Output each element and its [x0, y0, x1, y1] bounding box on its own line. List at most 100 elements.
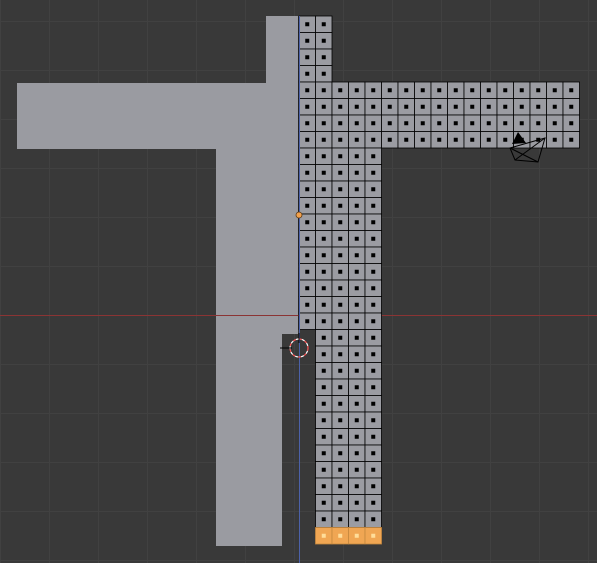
mesh-vertex[interactable]	[321, 137, 326, 142]
mesh-vertex[interactable]	[354, 88, 359, 93]
mesh-vertex[interactable]	[371, 121, 376, 126]
mesh-vertex[interactable]	[338, 434, 343, 439]
selected-mesh-vertex[interactable]	[354, 533, 359, 538]
mesh-vertex[interactable]	[420, 88, 425, 93]
mesh-vertex[interactable]	[371, 302, 376, 307]
mesh-vertex[interactable]	[354, 451, 359, 456]
mesh-vertex[interactable]	[354, 335, 359, 340]
mesh-vertex[interactable]	[321, 286, 326, 291]
mesh-vertex[interactable]	[338, 170, 343, 175]
mesh-vertex[interactable]	[371, 335, 376, 340]
mesh-vertex[interactable]	[305, 203, 310, 208]
mesh-vertex[interactable]	[321, 302, 326, 307]
mesh-vertex[interactable]	[321, 418, 326, 423]
mesh-vertex[interactable]	[305, 253, 310, 258]
mesh-vertex[interactable]	[371, 154, 376, 159]
solid-mesh-object[interactable]	[17, 16, 298, 546]
mesh-vertex[interactable]	[371, 286, 376, 291]
mesh-vertex[interactable]	[371, 434, 376, 439]
mesh-vertex[interactable]	[305, 302, 310, 307]
mesh-vertex[interactable]	[338, 187, 343, 192]
mesh-vertex[interactable]	[404, 137, 409, 142]
mesh-vertex[interactable]	[371, 319, 376, 324]
mesh-vertex[interactable]	[371, 451, 376, 456]
mesh-vertex[interactable]	[371, 203, 376, 208]
mesh-vertex[interactable]	[354, 401, 359, 406]
mesh-vertex[interactable]	[321, 55, 326, 60]
mesh-vertex[interactable]	[453, 104, 458, 109]
edit-mode-grid-mesh[interactable]	[298, 15, 580, 545]
mesh-vertex[interactable]	[536, 104, 541, 109]
mesh-vertex[interactable]	[354, 319, 359, 324]
object-origin-dot[interactable]	[295, 211, 303, 219]
mesh-vertex[interactable]	[420, 137, 425, 142]
mesh-vertex[interactable]	[420, 121, 425, 126]
mesh-vertex[interactable]	[354, 517, 359, 522]
mesh-vertex[interactable]	[338, 401, 343, 406]
mesh-vertex[interactable]	[321, 500, 326, 505]
mesh-vertex[interactable]	[404, 104, 409, 109]
mesh-vertex[interactable]	[321, 38, 326, 43]
selected-mesh-vertex[interactable]	[321, 533, 326, 538]
mesh-vertex[interactable]	[338, 385, 343, 390]
mesh-vertex[interactable]	[354, 269, 359, 274]
mesh-vertex[interactable]	[371, 352, 376, 357]
mesh-vertex[interactable]	[569, 137, 574, 142]
mesh-vertex[interactable]	[387, 137, 392, 142]
mesh-vertex[interactable]	[338, 467, 343, 472]
mesh-vertex[interactable]	[519, 88, 524, 93]
mesh-vertex[interactable]	[371, 220, 376, 225]
mesh-vertex[interactable]	[354, 467, 359, 472]
mesh-vertex[interactable]	[371, 187, 376, 192]
mesh-vertex[interactable]	[437, 137, 442, 142]
mesh-vertex[interactable]	[354, 187, 359, 192]
mesh-vertex[interactable]	[321, 203, 326, 208]
mesh-vertex[interactable]	[354, 121, 359, 126]
mesh-vertex[interactable]	[371, 88, 376, 93]
mesh-vertex[interactable]	[321, 22, 326, 27]
viewport-canvas[interactable]	[0, 0, 597, 563]
mesh-vertex[interactable]	[321, 467, 326, 472]
mesh-vertex[interactable]	[569, 88, 574, 93]
mesh-vertex[interactable]	[321, 154, 326, 159]
mesh-vertex[interactable]	[552, 137, 557, 142]
mesh-vertex[interactable]	[371, 170, 376, 175]
mesh-vertex[interactable]	[305, 269, 310, 274]
mesh-vertex[interactable]	[387, 88, 392, 93]
mesh-vertex[interactable]	[305, 121, 310, 126]
mesh-vertex[interactable]	[338, 203, 343, 208]
mesh-vertex[interactable]	[569, 104, 574, 109]
mesh-vertex[interactable]	[453, 88, 458, 93]
mesh-vertex[interactable]	[338, 517, 343, 522]
mesh-vertex[interactable]	[338, 302, 343, 307]
mesh-vertex[interactable]	[338, 88, 343, 93]
solid-mesh-vertical-top[interactable]	[266, 16, 298, 83]
mesh-vertex[interactable]	[371, 517, 376, 522]
mesh-vertex[interactable]	[321, 104, 326, 109]
mesh-vertex[interactable]	[321, 484, 326, 489]
mesh-vertex[interactable]	[354, 484, 359, 489]
mesh-vertex[interactable]	[437, 121, 442, 126]
mesh-vertex[interactable]	[354, 253, 359, 258]
mesh-vertex[interactable]	[503, 137, 508, 142]
mesh-vertex[interactable]	[503, 88, 508, 93]
solid-mesh-horizontal-bar[interactable]	[17, 83, 298, 149]
mesh-vertex[interactable]	[338, 236, 343, 241]
mesh-vertex[interactable]	[321, 187, 326, 192]
mesh-vertex[interactable]	[305, 137, 310, 142]
mesh-vertex[interactable]	[338, 269, 343, 274]
mesh-vertex[interactable]	[305, 319, 310, 324]
mesh-vertex[interactable]	[305, 236, 310, 241]
mesh-vertex[interactable]	[305, 220, 310, 225]
mesh-vertex[interactable]	[552, 121, 557, 126]
mesh-vertex[interactable]	[354, 434, 359, 439]
mesh-vertex[interactable]	[338, 335, 343, 340]
mesh-vertex[interactable]	[321, 236, 326, 241]
mesh-vertex[interactable]	[305, 154, 310, 159]
mesh-vertex[interactable]	[371, 137, 376, 142]
mesh-vertex[interactable]	[354, 418, 359, 423]
mesh-vertex[interactable]	[321, 71, 326, 76]
mesh-vertex[interactable]	[305, 88, 310, 93]
mesh-vertex[interactable]	[305, 38, 310, 43]
mesh-vertex[interactable]	[321, 253, 326, 258]
